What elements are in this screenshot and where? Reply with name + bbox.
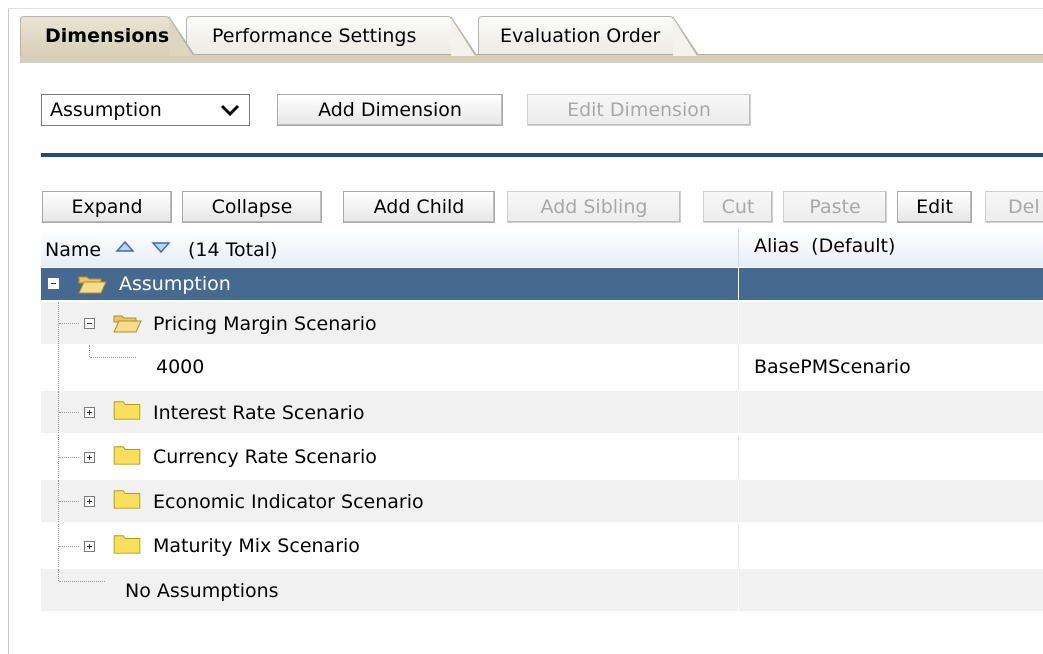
folder-open-icon — [78, 276, 107, 294]
sort-up-icon[interactable] — [115, 239, 135, 258]
tree-table-header: Name (14 Total) Alias (Default) — [41, 229, 1043, 267]
add-child-button[interactable]: Add Child — [343, 191, 495, 223]
dimension-select[interactable]: Assumption — [41, 94, 250, 126]
tree-row-alias: BasePMScenario — [754, 356, 911, 378]
add-dimension-button[interactable]: Add Dimension — [277, 94, 503, 126]
edit-button[interactable]: Edit — [897, 191, 972, 223]
section-separator — [41, 153, 1043, 157]
tab-dimensions[interactable]: Dimensions — [20, 16, 195, 56]
tree-row-pricing-margin-scenario[interactable]: Pricing Margin Scenario — [41, 302, 1043, 344]
add-sibling-button[interactable]: Add Sibling — [507, 191, 681, 223]
tab-performance-settings-label: Performance Settings — [212, 25, 417, 47]
tab-performance-settings[interactable]: Performance Settings — [186, 16, 477, 56]
folder-icon — [113, 490, 141, 509]
folder-open-icon — [113, 315, 142, 333]
tree-row-label: Assumption — [119, 273, 231, 295]
tree-row-interest-rate-scenario[interactable]: Interest Rate Scenario — [41, 391, 1043, 433]
sort-down-icon[interactable] — [151, 239, 171, 258]
tree-row-maturity-mix-scenario[interactable]: Maturity Mix Scenario — [41, 524, 1043, 567]
collapse-icon[interactable] — [84, 318, 95, 329]
expand-button[interactable]: Expand — [42, 191, 172, 223]
collapse-button[interactable]: Collapse — [182, 191, 322, 223]
expand-icon[interactable] — [84, 541, 95, 552]
tree-row-label: Maturity Mix Scenario — [153, 535, 360, 557]
tree-row-no-assumptions[interactable]: No Assumptions — [41, 569, 1043, 611]
tab-dimensions-label: Dimensions — [45, 25, 170, 47]
tree-row-label: Economic Indicator Scenario — [153, 491, 424, 513]
chevron-down-icon — [219, 95, 241, 133]
edit-dimension-button[interactable]: Edit Dimension — [527, 94, 751, 126]
tree-row-label: Currency Rate Scenario — [153, 446, 377, 468]
tree-row-label: 4000 — [156, 356, 205, 378]
tree-row-4000[interactable]: 4000 BasePMScenario — [41, 345, 1043, 390]
tree-row-label: Interest Rate Scenario — [153, 402, 365, 424]
collapse-icon[interactable] — [48, 278, 59, 289]
tab-evaluation-order[interactable]: Evaluation Order — [478, 16, 699, 56]
paste-button[interactable]: Paste — [783, 191, 887, 223]
folder-icon — [113, 535, 141, 554]
tab-evaluation-order-label: Evaluation Order — [500, 25, 661, 47]
name-column-header[interactable]: Name — [45, 239, 101, 261]
tree-row-economic-indicator-scenario[interactable]: Economic Indicator Scenario — [41, 480, 1043, 522]
delete-button[interactable]: Del — [985, 191, 1043, 223]
tree-row-currency-rate-scenario[interactable]: Currency Rate Scenario — [41, 435, 1043, 478]
total-count: (14 Total) — [188, 239, 278, 261]
tab-bar: Evaluation Order Performance Settings Di… — [20, 16, 1043, 56]
expand-icon[interactable] — [84, 407, 95, 418]
folder-icon — [113, 401, 141, 420]
dimension-select-value: Assumption — [50, 99, 162, 121]
tree-row-label: Pricing Margin Scenario — [153, 313, 377, 335]
expand-icon[interactable] — [84, 496, 95, 507]
expand-icon[interactable] — [84, 452, 95, 463]
cut-button[interactable]: Cut — [703, 191, 773, 223]
tree-row-label: No Assumptions — [125, 580, 279, 602]
folder-icon — [113, 446, 141, 465]
alias-column-header[interactable]: Alias (Default) — [754, 235, 895, 257]
column-divider — [738, 229, 739, 267]
tree-row-assumption[interactable]: Assumption — [41, 268, 1043, 300]
